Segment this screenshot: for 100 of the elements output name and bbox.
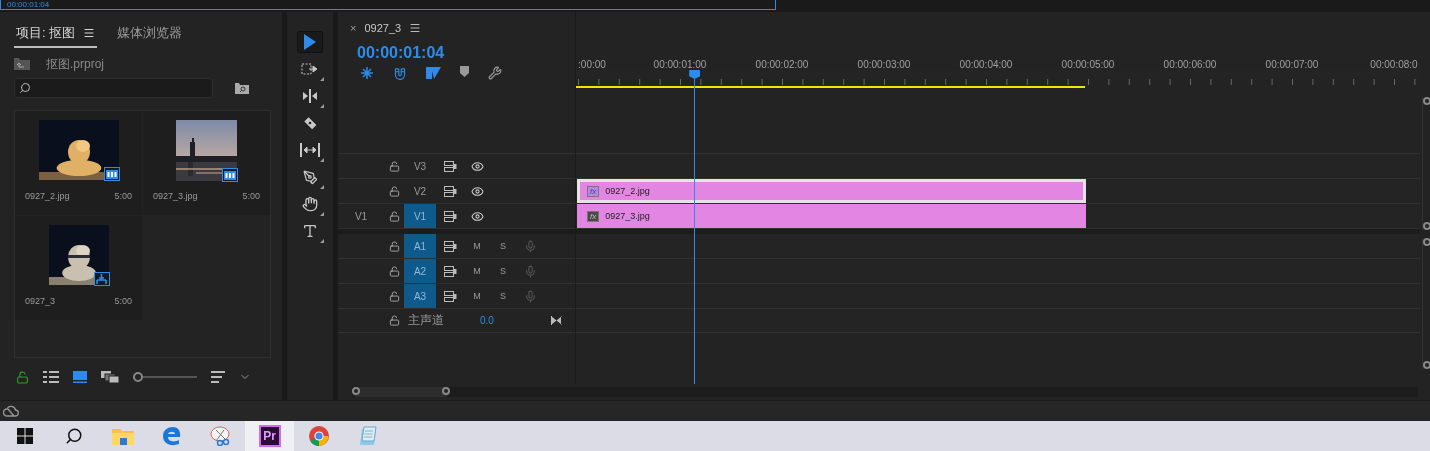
lock-icon[interactable] — [388, 315, 400, 326]
wrench-icon — [488, 66, 502, 80]
media-name: 0927_3.jpg — [153, 191, 198, 201]
marker-icon — [460, 66, 469, 77]
lock-icon[interactable] — [388, 210, 400, 222]
media-item[interactable]: 0927_3 5:00 — [15, 216, 142, 320]
ruler-label: 00:00:03:00 — [857, 59, 911, 70]
menu-icon[interactable] — [409, 22, 422, 34]
media-duration: 5:00 — [114, 191, 132, 201]
ruler-label: 00:00:01:00 — [653, 59, 707, 70]
solo-button[interactable]: S — [500, 241, 506, 251]
solo-button[interactable]: S — [500, 291, 506, 301]
ruler-label: 00:00:08:0 — [1370, 59, 1418, 70]
hand-icon — [302, 196, 318, 212]
lock-icon[interactable] — [388, 160, 400, 172]
edge-icon[interactable] — [161, 426, 182, 446]
icon-view-icon[interactable] — [73, 371, 87, 383]
track-target[interactable]: V2 — [404, 179, 436, 203]
eye-icon[interactable] — [470, 159, 484, 173]
premiere-app-icon[interactable]: Pr — [258, 425, 281, 447]
menu-icon[interactable] — [83, 27, 96, 39]
creative-cloud-icon[interactable] — [3, 405, 19, 417]
search-icon — [19, 82, 31, 94]
zoom-slider[interactable] — [133, 372, 197, 382]
master-track-label: 主声道 — [408, 312, 445, 329]
search-icon[interactable] — [64, 427, 83, 445]
media-item[interactable]: 0927_2.jpg 5:00 — [15, 111, 142, 215]
panel-tab[interactable]: 媒体浏览器 — [115, 24, 185, 48]
scrollbar[interactable] — [352, 387, 1418, 397]
linked-selection-icon — [426, 66, 441, 80]
lock-icon[interactable] — [16, 370, 29, 384]
film-icon — [105, 169, 118, 179]
ruler-label: 00:00:07:00 — [1265, 59, 1319, 70]
folder-search-icon[interactable] — [235, 82, 249, 94]
clip-name: 0927_3.jpg — [605, 211, 650, 221]
sync-lock-icon[interactable] — [443, 265, 457, 277]
track-target[interactable]: A3 — [404, 284, 436, 308]
media-item[interactable]: 0927_3.jpg 5:00 — [143, 111, 270, 215]
close-button[interactable]: × — [350, 22, 357, 34]
search-field[interactable] — [14, 78, 213, 98]
media-name: 0927_2.jpg — [25, 191, 70, 201]
tool-button[interactable] — [297, 31, 323, 53]
clip-name: 0927_2.jpg — [605, 186, 650, 196]
lock-icon[interactable] — [388, 185, 400, 197]
media-duration: 5:00 — [242, 191, 260, 201]
eye-icon[interactable] — [470, 209, 484, 223]
sort-icon[interactable] — [211, 371, 225, 383]
sync-lock-icon[interactable] — [443, 160, 457, 172]
mute-button[interactable]: M — [473, 241, 481, 251]
eye-icon[interactable] — [470, 184, 484, 198]
folder-icon[interactable] — [111, 427, 134, 445]
mute-button[interactable]: M — [473, 291, 481, 301]
ruler-label: :00:00 — [578, 59, 606, 70]
playhead-handle[interactable] — [689, 70, 701, 79]
track-target[interactable]: A2 — [404, 259, 436, 283]
ruler-label: 00:00:06:00 — [1163, 59, 1217, 70]
ruler-label: 00:00:04:00 — [959, 59, 1013, 70]
media-name: 0927_3 — [25, 296, 56, 306]
sync-lock-icon[interactable] — [443, 185, 457, 197]
sync-lock-icon[interactable] — [443, 210, 457, 222]
list-view-icon[interactable] — [43, 371, 59, 383]
scissors-icon[interactable] — [209, 426, 232, 446]
fx-badge: fx — [587, 185, 600, 197]
timeline-clip[interactable]: fx 0927_2.jpg — [577, 179, 1086, 203]
sequence-tab[interactable]: 0927_3 — [364, 22, 402, 34]
folder-up-icon[interactable] — [14, 58, 30, 70]
track-target[interactable]: V1 — [404, 204, 436, 228]
ruler-label: 00:00:05:00 — [1061, 59, 1115, 70]
track-select-icon — [301, 63, 319, 75]
sync-lock-icon[interactable] — [443, 240, 457, 252]
arrow-pointer-icon — [303, 34, 317, 50]
source-patch[interactable]: V1 — [354, 210, 368, 222]
scrollbar[interactable] — [1422, 97, 1430, 230]
track-target[interactable]: A1 — [404, 234, 436, 258]
pen-icon — [302, 169, 318, 185]
nest-icon — [360, 66, 374, 80]
windows-icon[interactable] — [16, 428, 33, 444]
bowtie-icon[interactable] — [550, 316, 562, 325]
timeline-clip[interactable]: fx 0927_3.jpg — [577, 204, 1086, 228]
scrollbar[interactable] — [1422, 238, 1430, 369]
ruler-label: 00:00:02:00 — [755, 59, 809, 70]
track-target[interactable]: V3 — [404, 154, 436, 178]
slip-icon — [300, 143, 320, 157]
lock-icon[interactable] — [388, 240, 400, 252]
sync-lock-icon[interactable] — [443, 290, 457, 302]
playhead-timecode[interactable]: 00:00:01:04 — [357, 44, 575, 62]
master-volume-value[interactable]: 0.0 — [480, 315, 494, 326]
freeform-view-icon[interactable] — [101, 371, 119, 383]
lock-icon[interactable] — [388, 265, 400, 277]
media-duration: 5:00 — [114, 296, 132, 306]
fx-badge: fx — [587, 210, 600, 222]
film-icon — [224, 170, 236, 180]
mute-button[interactable]: M — [473, 266, 481, 276]
ripple-edit-icon — [301, 89, 319, 103]
chrome-icon[interactable] — [307, 425, 330, 447]
panel-tab[interactable]: 项目: 抠图 — [14, 24, 98, 48]
lock-icon[interactable] — [388, 290, 400, 302]
type-icon — [302, 223, 318, 239]
sequence-icon — [96, 274, 107, 284]
solo-button[interactable]: S — [500, 266, 506, 276]
